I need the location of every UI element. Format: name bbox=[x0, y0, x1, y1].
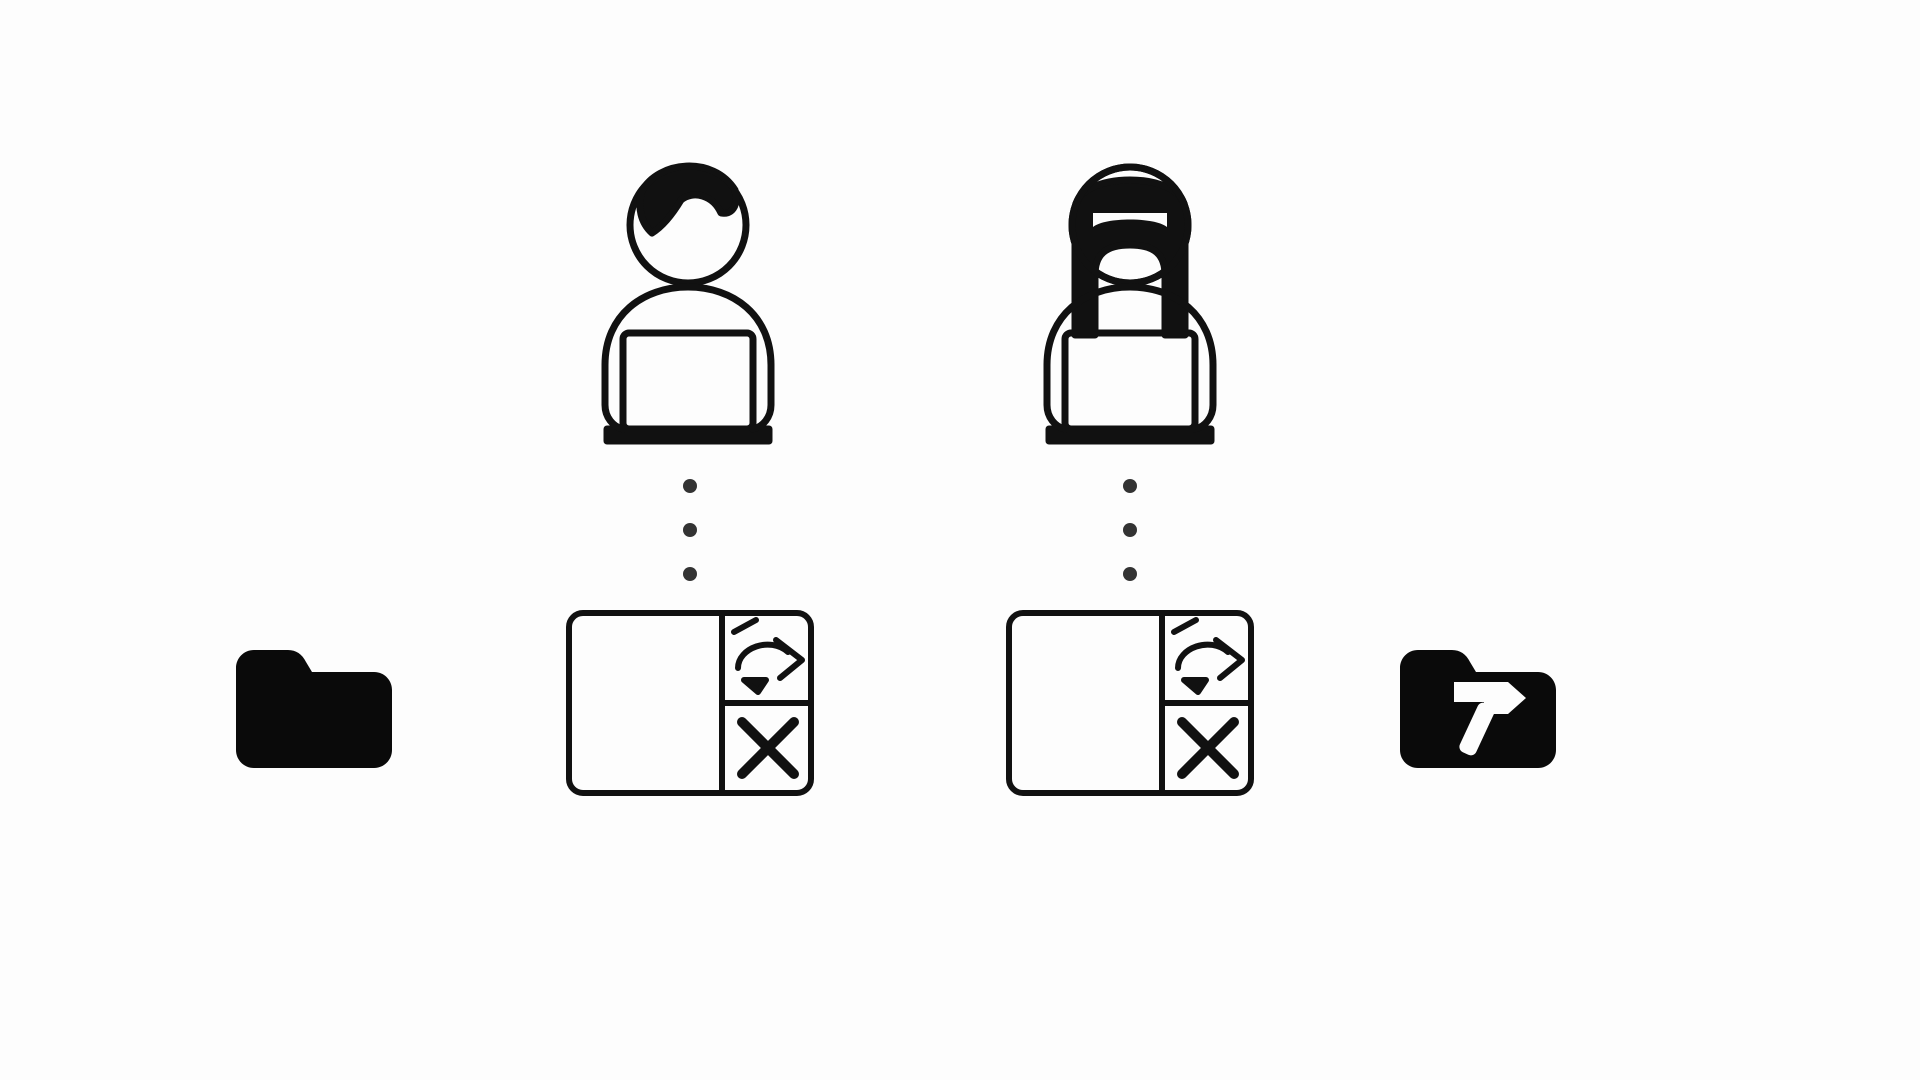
diagram-canvas bbox=[0, 0, 1920, 1080]
send-forward-icon bbox=[1174, 620, 1242, 692]
send-forward-icon bbox=[734, 620, 802, 692]
folder-hammer-icon bbox=[1388, 632, 1560, 777]
control-card bbox=[566, 610, 814, 801]
dotted-connector-icon bbox=[683, 478, 697, 591]
person-with-laptop-icon bbox=[1005, 155, 1255, 450]
folder-icon bbox=[224, 632, 396, 777]
close-icon bbox=[1182, 722, 1234, 774]
control-card bbox=[1006, 610, 1254, 801]
close-icon bbox=[742, 722, 794, 774]
person-with-laptop-icon bbox=[563, 155, 813, 450]
dotted-connector-icon bbox=[1123, 478, 1137, 591]
